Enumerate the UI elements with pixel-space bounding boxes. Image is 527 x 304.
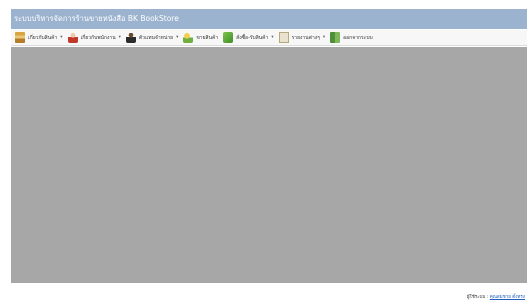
exit-icon [330,32,341,43]
order-icon [223,32,234,43]
menu-products-label: เกี่ยวกับสินค้า [28,34,58,41]
menu-bar: เกี่ยวกับสินค้า ▾ เกี่ยวกับพนักงาน ▾ ตัว… [11,30,527,46]
status-prefix: ผู้ใช้ระบบ : [466,295,489,300]
main-content-area [11,47,527,283]
chevron-down-icon: ▾ [118,35,121,40]
menu-products[interactable]: เกี่ยวกับสินค้า ▾ [14,31,64,45]
current-user-link[interactable]: คุณสมชาย ตั้งทรง [490,295,525,300]
money-icon [183,32,194,43]
chevron-down-icon: ▾ [176,35,179,40]
menu-logout-label: ออกจากระบบ [343,34,373,41]
man-icon [125,32,136,43]
menu-sell[interactable]: ขายสินค้า [182,31,219,45]
menu-employees-label: เกี่ยวกับพนักงาน [80,34,116,41]
books-icon [15,32,25,43]
chevron-down-icon: ▾ [322,35,326,40]
status-bar: ผู้ใช้ระบบ : คุณสมชาย ตั้งทรง [11,283,527,300]
menu-reports-label: รายงานต่างๆ [291,34,320,41]
menu-sell-label: ขายสินค้า [196,34,219,41]
report-icon [278,32,289,43]
menu-employees[interactable]: เกี่ยวกับพนักงาน ▾ [67,31,122,45]
menu-reports[interactable]: รายงานต่างๆ ▾ [278,31,327,45]
status-text: ผู้ใช้ระบบ : คุณสมชาย ตั้งทรง [467,295,527,300]
menu-order-receive[interactable]: สั่งซื้อ-รับสินค้า ▾ [222,31,274,45]
app-window: ระบบบริหารจัดการร้านขายหนังสือ BK BookSt… [11,9,527,300]
chevron-down-icon: ▾ [271,35,274,40]
app-title: ระบบบริหารจัดการร้านขายหนังสือ BK BookSt… [14,14,179,23]
title-bar: ระบบบริหารจัดการร้านขายหนังสือ BK BookSt… [11,9,527,29]
chevron-down-icon: ▾ [60,35,63,40]
menu-distributors-label: ตัวแทนจำหน่าย [138,34,174,41]
menu-order-receive-label: สั่งซื้อ-รับสินค้า [236,34,269,41]
menu-distributors[interactable]: ตัวแทนจำหน่าย ▾ [125,31,179,45]
woman-icon [67,32,78,43]
menu-logout[interactable]: ออกจากระบบ [329,31,374,45]
